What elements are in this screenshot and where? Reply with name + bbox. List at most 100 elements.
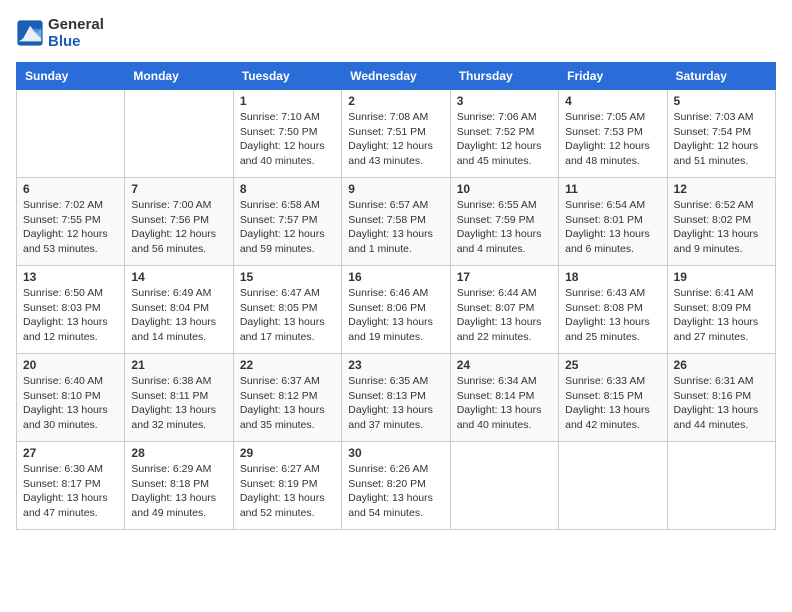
day-number: 9	[348, 182, 443, 196]
day-info: Sunrise: 7:02 AM Sunset: 7:55 PM Dayligh…	[23, 198, 118, 257]
calendar-cell: 14 Sunrise: 6:49 AM Sunset: 8:04 PM Dayli…	[125, 266, 233, 354]
calendar-cell: 27Sunrise: 6:30 AM Sunset: 8:17 PM Dayli…	[17, 442, 125, 530]
day-number: 26	[674, 358, 769, 372]
day-number: 7	[131, 182, 226, 196]
day-info: Sunrise: 7:10 AM Sunset: 7:50 PM Dayligh…	[240, 110, 335, 169]
weekday-header-wednesday: Wednesday	[342, 63, 450, 90]
calendar-cell: 3Sunrise: 7:06 AM Sunset: 7:52 PM Daylig…	[450, 90, 558, 178]
logo: General Blue	[16, 16, 104, 50]
day-info: Sunrise: 6:40 AM Sunset: 8:10 PM Dayligh…	[23, 374, 118, 433]
calendar-cell: 4 Sunrise: 7:05 AM Sunset: 7:53 PM Daylig…	[559, 90, 667, 178]
day-info: Sunrise: 6:55 AM Sunset: 7:59 PM Dayligh…	[457, 198, 552, 257]
calendar-cell	[125, 90, 233, 178]
day-number: 16	[348, 270, 443, 284]
day-info: Sunrise: 7:05 AM Sunset: 7:53 PM Dayligh…	[565, 110, 660, 169]
calendar-cell: 28 Sunrise: 6:29 AM Sunset: 8:18 PM Dayli…	[125, 442, 233, 530]
weekday-header-tuesday: Tuesday	[233, 63, 341, 90]
calendar-table: SundayMondayTuesdayWednesdayThursdayFrid…	[16, 62, 776, 530]
calendar-cell: 16 Sunrise: 6:46 AM Sunset: 8:06 PM Dayli…	[342, 266, 450, 354]
calendar-cell: 11 Sunrise: 6:54 AM Sunset: 8:01 PM Dayli…	[559, 178, 667, 266]
day-number: 10	[457, 182, 552, 196]
day-info: Sunrise: 6:29 AM Sunset: 8:18 PM Dayligh…	[131, 462, 226, 521]
day-info: Sunrise: 6:27 AM Sunset: 8:19 PM Dayligh…	[240, 462, 335, 521]
day-info: Sunrise: 6:43 AM Sunset: 8:08 PM Dayligh…	[565, 286, 660, 345]
day-info: Sunrise: 7:00 AM Sunset: 7:56 PM Dayligh…	[131, 198, 226, 257]
day-info: Sunrise: 7:03 AM Sunset: 7:54 PM Dayligh…	[674, 110, 769, 169]
calendar-week-row: 13 Sunrise: 6:50 AM Sunset: 8:03 PM Dayli…	[17, 266, 776, 354]
weekday-header-friday: Friday	[559, 63, 667, 90]
day-number: 18	[565, 270, 660, 284]
day-number: 6	[23, 182, 118, 196]
calendar-cell: 30 Sunrise: 6:26 AM Sunset: 8:20 PM Dayli…	[342, 442, 450, 530]
day-number: 30	[348, 446, 443, 460]
day-number: 22	[240, 358, 335, 372]
day-info: Sunrise: 6:46 AM Sunset: 8:06 PM Dayligh…	[348, 286, 443, 345]
day-info: Sunrise: 6:50 AM Sunset: 8:03 PM Dayligh…	[23, 286, 118, 345]
day-info: Sunrise: 7:08 AM Sunset: 7:51 PM Dayligh…	[348, 110, 443, 169]
day-info: Sunrise: 6:33 AM Sunset: 8:15 PM Dayligh…	[565, 374, 660, 433]
calendar-cell: 26 Sunrise: 6:31 AM Sunset: 8:16 PM Dayli…	[667, 354, 775, 442]
day-number: 13	[23, 270, 118, 284]
day-info: Sunrise: 6:26 AM Sunset: 8:20 PM Dayligh…	[348, 462, 443, 521]
weekday-header-row: SundayMondayTuesdayWednesdayThursdayFrid…	[17, 63, 776, 90]
calendar-cell: 29 Sunrise: 6:27 AM Sunset: 8:19 PM Dayli…	[233, 442, 341, 530]
day-number: 17	[457, 270, 552, 284]
calendar-cell: 17Sunrise: 6:44 AM Sunset: 8:07 PM Dayli…	[450, 266, 558, 354]
day-info: Sunrise: 6:31 AM Sunset: 8:16 PM Dayligh…	[674, 374, 769, 433]
day-number: 1	[240, 94, 335, 108]
day-number: 11	[565, 182, 660, 196]
calendar-cell: 20 Sunrise: 6:40 AM Sunset: 8:10 PM Dayli…	[17, 354, 125, 442]
day-info: Sunrise: 6:37 AM Sunset: 8:12 PM Dayligh…	[240, 374, 335, 433]
day-info: Sunrise: 6:49 AM Sunset: 8:04 PM Dayligh…	[131, 286, 226, 345]
calendar-cell: 19Sunrise: 6:41 AM Sunset: 8:09 PM Dayli…	[667, 266, 775, 354]
day-number: 21	[131, 358, 226, 372]
calendar-cell	[559, 442, 667, 530]
day-info: Sunrise: 6:30 AM Sunset: 8:17 PM Dayligh…	[23, 462, 118, 521]
calendar-cell: 7 Sunrise: 7:00 AM Sunset: 7:56 PM Daylig…	[125, 178, 233, 266]
page-header: General Blue	[16, 16, 776, 50]
day-number: 29	[240, 446, 335, 460]
day-number: 8	[240, 182, 335, 196]
calendar-week-row: 1 Sunrise: 7:10 AM Sunset: 7:50 PM Daylig…	[17, 90, 776, 178]
day-number: 15	[240, 270, 335, 284]
calendar-cell: 25 Sunrise: 6:33 AM Sunset: 8:15 PM Dayli…	[559, 354, 667, 442]
calendar-cell: 1 Sunrise: 7:10 AM Sunset: 7:50 PM Daylig…	[233, 90, 341, 178]
calendar-cell: 9 Sunrise: 6:57 AM Sunset: 7:58 PM Daylig…	[342, 178, 450, 266]
calendar-cell: 12 Sunrise: 6:52 AM Sunset: 8:02 PM Dayli…	[667, 178, 775, 266]
day-number: 4	[565, 94, 660, 108]
calendar-cell	[667, 442, 775, 530]
day-info: Sunrise: 6:35 AM Sunset: 8:13 PM Dayligh…	[348, 374, 443, 433]
day-number: 24	[457, 358, 552, 372]
day-number: 2	[348, 94, 443, 108]
day-number: 25	[565, 358, 660, 372]
day-info: Sunrise: 6:47 AM Sunset: 8:05 PM Dayligh…	[240, 286, 335, 345]
calendar-cell: 15 Sunrise: 6:47 AM Sunset: 8:05 PM Dayli…	[233, 266, 341, 354]
calendar-cell: 18 Sunrise: 6:43 AM Sunset: 8:08 PM Dayli…	[559, 266, 667, 354]
day-info: Sunrise: 6:54 AM Sunset: 8:01 PM Dayligh…	[565, 198, 660, 257]
calendar-week-row: 20 Sunrise: 6:40 AM Sunset: 8:10 PM Dayli…	[17, 354, 776, 442]
day-number: 14	[131, 270, 226, 284]
day-number: 20	[23, 358, 118, 372]
weekday-header-sunday: Sunday	[17, 63, 125, 90]
day-number: 12	[674, 182, 769, 196]
day-info: Sunrise: 6:34 AM Sunset: 8:14 PM Dayligh…	[457, 374, 552, 433]
day-info: Sunrise: 7:06 AM Sunset: 7:52 PM Dayligh…	[457, 110, 552, 169]
day-number: 5	[674, 94, 769, 108]
day-number: 19	[674, 270, 769, 284]
calendar-cell: 2 Sunrise: 7:08 AM Sunset: 7:51 PM Daylig…	[342, 90, 450, 178]
day-info: Sunrise: 6:57 AM Sunset: 7:58 PM Dayligh…	[348, 198, 443, 257]
calendar-week-row: 6 Sunrise: 7:02 AM Sunset: 7:55 PM Daylig…	[17, 178, 776, 266]
calendar-cell: 6 Sunrise: 7:02 AM Sunset: 7:55 PM Daylig…	[17, 178, 125, 266]
day-number: 28	[131, 446, 226, 460]
weekday-header-saturday: Saturday	[667, 63, 775, 90]
logo-icon	[16, 19, 44, 47]
calendar-cell: 5 Sunrise: 7:03 AM Sunset: 7:54 PM Daylig…	[667, 90, 775, 178]
day-info: Sunrise: 6:52 AM Sunset: 8:02 PM Dayligh…	[674, 198, 769, 257]
day-info: Sunrise: 6:38 AM Sunset: 8:11 PM Dayligh…	[131, 374, 226, 433]
calendar-cell: 13 Sunrise: 6:50 AM Sunset: 8:03 PM Dayli…	[17, 266, 125, 354]
calendar-cell: 21 Sunrise: 6:38 AM Sunset: 8:11 PM Dayli…	[125, 354, 233, 442]
calendar-cell: 10 Sunrise: 6:55 AM Sunset: 7:59 PM Dayli…	[450, 178, 558, 266]
calendar-cell: 22 Sunrise: 6:37 AM Sunset: 8:12 PM Dayli…	[233, 354, 341, 442]
calendar-cell: 24 Sunrise: 6:34 AM Sunset: 8:14 PM Dayli…	[450, 354, 558, 442]
calendar-week-row: 27Sunrise: 6:30 AM Sunset: 8:17 PM Dayli…	[17, 442, 776, 530]
